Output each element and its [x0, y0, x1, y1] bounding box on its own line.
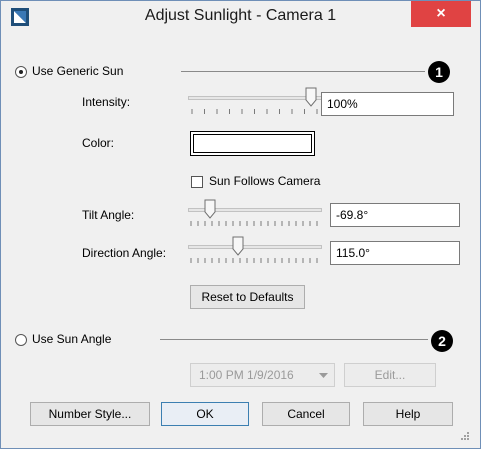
intensity-slider[interactable]: [188, 86, 324, 116]
help-button[interactable]: Help: [363, 402, 453, 426]
dialog-window: Adjust Sunlight - Camera 1 × Use Generic…: [0, 0, 481, 449]
ok-button[interactable]: OK: [161, 402, 249, 426]
dialog-content: Use Generic Sun 1 Intensity: 100% Color:…: [10, 34, 471, 441]
callout-badge-2: 2: [431, 330, 453, 352]
reset-to-defaults-button[interactable]: Reset to Defaults: [190, 285, 305, 309]
generic-sun-group-line: [181, 71, 425, 72]
slider-ticks: [190, 258, 318, 263]
tilt-angle-slider[interactable]: [188, 198, 324, 228]
generic-sun-label[interactable]: Use Generic Sun: [32, 64, 123, 78]
sun-datetime-select[interactable]: 1:00 PM 1/9/2016: [190, 363, 335, 387]
cancel-button[interactable]: Cancel: [262, 402, 350, 426]
color-swatch: [193, 134, 312, 153]
tilt-angle-input[interactable]: -69.8°: [330, 203, 460, 227]
radio-selected-dot: [19, 70, 23, 74]
intensity-label: Intensity:: [82, 95, 131, 109]
slider-thumb[interactable]: [204, 199, 216, 219]
generic-sun-radio[interactable]: [15, 66, 27, 78]
resize-grip-icon[interactable]: [459, 430, 469, 440]
sun-angle-label[interactable]: Use Sun Angle: [32, 332, 111, 346]
close-icon: ×: [436, 5, 446, 22]
sun-datetime-value: 1:00 PM 1/9/2016: [199, 368, 294, 382]
direction-angle-input[interactable]: 115.0°: [330, 241, 460, 265]
callout-badge-1: 1: [428, 61, 450, 83]
slider-thumb[interactable]: [305, 87, 317, 107]
close-button[interactable]: ×: [411, 1, 471, 27]
dialog-title: Adjust Sunlight - Camera 1: [144, 7, 337, 24]
slider-track: [188, 96, 322, 100]
title-bar[interactable]: Adjust Sunlight - Camera 1 ×: [1, 1, 480, 33]
slider-ticks: [190, 221, 318, 226]
color-label: Color:: [82, 136, 115, 150]
tilt-angle-label: Tilt Angle:: [82, 208, 135, 222]
sun-angle-group-line: [160, 339, 428, 340]
direction-angle-label: Direction Angle:: [82, 246, 167, 260]
slider-ticks: [191, 109, 318, 114]
sun-angle-radio[interactable]: [15, 334, 27, 346]
chevron-down-icon: [319, 373, 328, 378]
sun-follows-camera-label[interactable]: Sun Follows Camera: [209, 174, 320, 188]
slider-track: [188, 245, 322, 249]
intensity-input[interactable]: 100%: [321, 92, 454, 116]
edit-sun-angle-button[interactable]: Edit...: [344, 363, 436, 387]
slider-thumb[interactable]: [232, 236, 244, 256]
direction-angle-slider[interactable]: [188, 235, 324, 265]
sun-follows-camera-checkbox[interactable]: [191, 176, 203, 188]
number-style-button[interactable]: Number Style...: [30, 402, 150, 426]
color-swatch-button[interactable]: [190, 131, 315, 156]
